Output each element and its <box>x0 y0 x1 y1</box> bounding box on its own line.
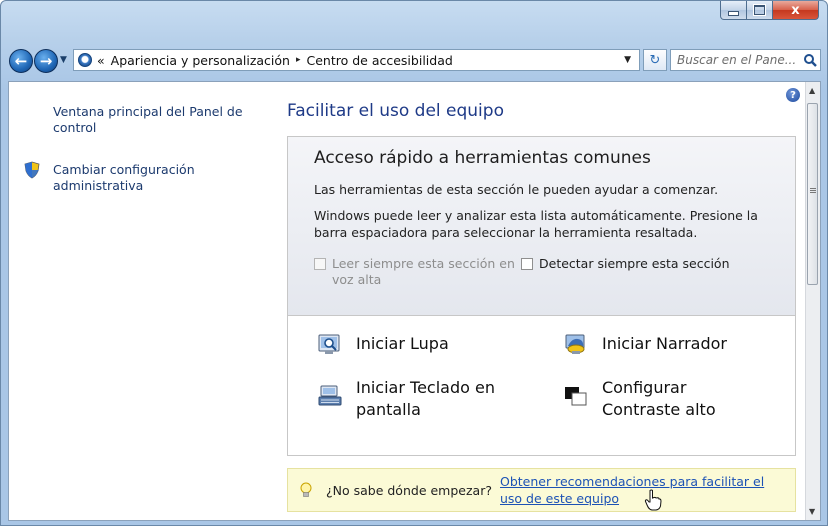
maximize-button[interactable] <box>747 1 773 20</box>
address-dropdown-icon[interactable]: ▼ <box>624 55 631 65</box>
tool-magnifier[interactable]: Iniciar Lupa <box>318 333 449 355</box>
scrollbar-thumb[interactable] <box>807 103 818 285</box>
always-scan-label: Detectar siempre esta sección <box>539 256 730 271</box>
scroll-down-icon[interactable]: ▼ <box>809 507 815 516</box>
recent-pages-dropdown[interactable]: ▼ <box>60 55 67 65</box>
quick-access-panel: Acceso rápido a herramientas comunes Las… <box>287 136 796 456</box>
forward-arrow-icon: → <box>39 52 53 70</box>
search-box[interactable]: Buscar en el Pane... <box>670 49 821 71</box>
back-arrow-icon: ← <box>14 52 28 70</box>
quick-access-header: Acceso rápido a herramientas comunes Las… <box>288 137 795 316</box>
refresh-icon: ↻ <box>649 52 661 68</box>
quick-access-heading: Acceso rápido a herramientas comunes <box>314 148 651 168</box>
minimize-button[interactable] <box>720 1 747 20</box>
scrollbar-grip-icon <box>810 188 816 189</box>
back-button[interactable]: ← <box>9 49 33 73</box>
help-icon[interactable]: ? <box>786 88 800 102</box>
tool-onscreen-keyboard-label: Iniciar Teclado en pantalla <box>356 378 495 419</box>
read-aloud-label: Leer siempre esta sección en voz alta <box>332 256 515 287</box>
quick-access-scan-info: Windows puede leer y analizar esta lista… <box>314 208 758 240</box>
always-scan-checkbox[interactable] <box>521 258 533 270</box>
close-button[interactable]: x <box>773 1 819 20</box>
breadcrumb-appearance[interactable]: Apariencia y personalización <box>111 53 290 68</box>
page-title: Facilitar el uso del equipo <box>287 101 504 121</box>
read-aloud-checkbox[interactable] <box>314 258 326 270</box>
control-panel-icon <box>78 53 92 67</box>
navigation-bar: ← → ▼ « Apariencia y personalización ▸ C… <box>9 47 821 75</box>
caption-buttons: x <box>720 1 819 21</box>
tool-onscreen-keyboard[interactable]: Iniciar Teclado en pantalla <box>318 377 518 421</box>
tool-narrator[interactable]: Iniciar Narrador <box>564 333 727 355</box>
chevron-down-icon: ▼ <box>60 55 67 65</box>
window-frame: x ← → ▼ « Apariencia y personalización ▸… <box>0 0 828 526</box>
keyboard-icon <box>318 385 342 406</box>
vertical-scrollbar[interactable]: ▲ ▼ <box>805 82 820 520</box>
breadcrumb-ease-of-access[interactable]: Centro de accesibilidad <box>307 53 453 68</box>
magnifier-icon <box>318 334 340 354</box>
address-bar[interactable]: « Apariencia y personalización ▸ Centro … <box>73 49 640 71</box>
tool-narrator-label: Iniciar Narrador <box>602 334 727 353</box>
search-icon[interactable] <box>802 53 818 67</box>
tool-magnifier-label: Iniciar Lupa <box>356 334 449 353</box>
hand-cursor-icon <box>644 489 662 511</box>
main-panel: Facilitar el uso del equipo Acceso rápid… <box>287 82 799 520</box>
breadcrumb-overflow[interactable]: « <box>97 53 105 68</box>
narrator-icon <box>565 334 585 354</box>
close-icon: x <box>791 2 800 18</box>
maximize-icon <box>753 4 766 16</box>
content-area: Ventana principal del Panel de control C… <box>8 81 821 521</box>
lightbulb-icon <box>300 482 312 497</box>
recommendation-tip: ¿No sabe dónde empezar? Obtener recomend… <box>287 468 796 512</box>
scroll-up-icon[interactable]: ▲ <box>809 86 815 95</box>
search-input[interactable]: Buscar en el Pane... <box>671 53 802 67</box>
minimize-icon <box>728 10 739 16</box>
shield-icon <box>24 161 40 179</box>
breadcrumb-separator[interactable]: ▸ <box>296 55 301 65</box>
tool-high-contrast-label: Configurar Contraste alto <box>602 378 716 419</box>
forward-button[interactable]: → <box>34 49 58 73</box>
breadcrumb: « Apariencia y personalización ▸ Centro … <box>97 53 453 68</box>
recommendations-link[interactable]: Obtener recomendaciones para facilitar e… <box>500 473 770 507</box>
sidebar: Ventana principal del Panel de control C… <box>9 82 269 520</box>
sidebar-item-control-panel-home[interactable]: Ventana principal del Panel de control <box>53 104 253 136</box>
contrast-icon <box>565 387 587 406</box>
sidebar-item-change-admin-settings[interactable]: Cambiar configuración administrativa <box>53 162 253 194</box>
tool-high-contrast[interactable]: Configurar Contraste alto <box>564 377 764 421</box>
refresh-button[interactable]: ↻ <box>643 49 667 71</box>
quick-access-intro: Las herramientas de esta sección le pued… <box>314 182 719 197</box>
tip-question: ¿No sabe dónde empezar? <box>326 483 492 498</box>
